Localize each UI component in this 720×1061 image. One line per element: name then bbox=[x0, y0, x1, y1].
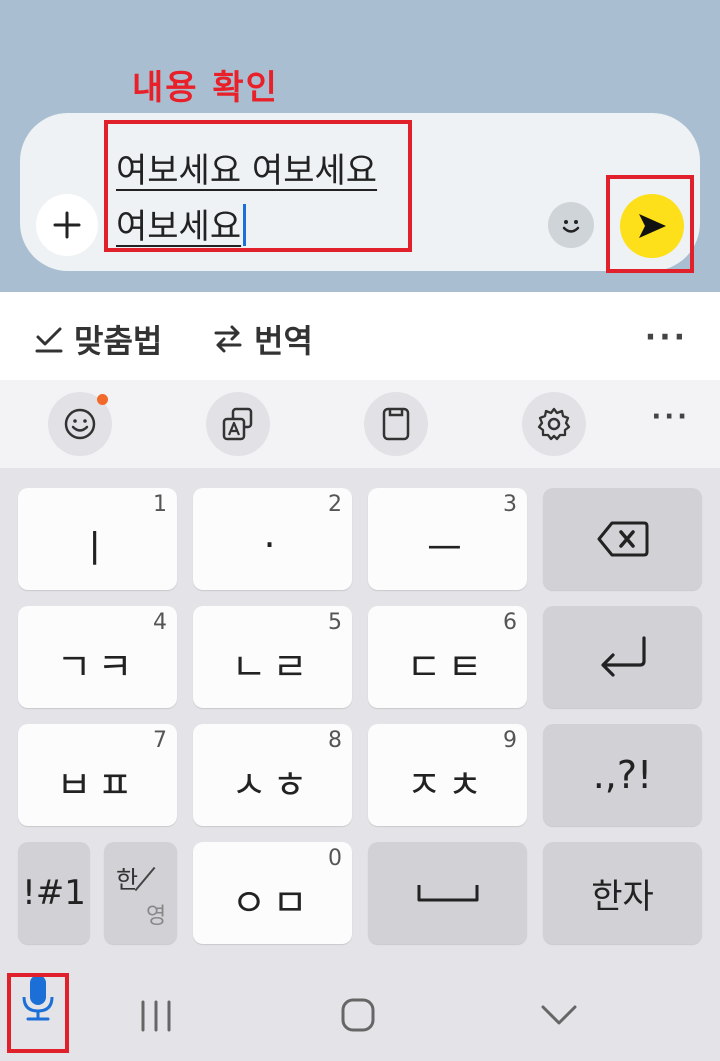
check-icon bbox=[35, 327, 63, 353]
space-key[interactable] bbox=[368, 842, 527, 944]
message-line-2: 여보세요 bbox=[116, 199, 416, 255]
back-icon[interactable] bbox=[540, 1003, 578, 1027]
text-caret bbox=[243, 204, 247, 246]
navigation-bar bbox=[0, 961, 720, 1061]
keyboard: ㅣ 1 · 2 ㅡ 3 ㄱㅋ 4 ㄴㄹ 5 ㄷㅌ 6 ㅂㅍ 7 ㅅㅎ 8 ㅈㅊ … bbox=[0, 468, 720, 961]
message-input[interactable]: 여보세요 여보세요 여보세요 bbox=[116, 143, 416, 255]
emoji-panel-button[interactable] bbox=[48, 392, 112, 456]
key-8[interactable]: ㅅㅎ 8 bbox=[193, 724, 352, 826]
key-number: 7 bbox=[153, 728, 167, 753]
translate-label: 번역 bbox=[254, 322, 313, 360]
key-label: ㅣ bbox=[77, 526, 118, 571]
key-4[interactable]: ㄱㅋ 4 bbox=[18, 606, 177, 708]
key-6[interactable]: ㄷㅌ 6 bbox=[368, 606, 527, 708]
emoji-face-icon bbox=[64, 408, 96, 440]
settings-button[interactable] bbox=[522, 392, 586, 456]
send-button[interactable] bbox=[620, 194, 684, 258]
punctuation-key[interactable]: .,?! bbox=[543, 724, 702, 826]
symbols-key[interactable]: !#1 bbox=[18, 842, 90, 944]
key-label: ㅇㅁ bbox=[231, 880, 314, 925]
clipboard-button[interactable] bbox=[364, 392, 428, 456]
symbols-label: !#1 bbox=[22, 873, 86, 913]
enter-key[interactable] bbox=[543, 606, 702, 708]
notification-dot bbox=[97, 394, 108, 405]
key-number: 0 bbox=[328, 846, 342, 871]
key-label: ㅂㅍ bbox=[56, 762, 139, 807]
key-label: ㄷㅌ bbox=[406, 644, 489, 689]
attach-button[interactable] bbox=[36, 194, 98, 256]
key-0[interactable]: ㅇㅁ 0 bbox=[193, 842, 352, 944]
key-number: 4 bbox=[153, 610, 167, 635]
enter-icon bbox=[600, 636, 646, 677]
clipboard-icon bbox=[382, 407, 410, 441]
recents-icon[interactable] bbox=[138, 999, 174, 1033]
annotation-mic-box bbox=[7, 973, 69, 1053]
key-number: 3 bbox=[503, 492, 517, 517]
key-7[interactable]: ㅂㅍ 7 bbox=[18, 724, 177, 826]
spellcheck-label: 맞춤법 bbox=[74, 322, 163, 360]
send-icon bbox=[639, 214, 666, 238]
emoticon-button[interactable] bbox=[548, 202, 594, 248]
key-label: ㄴㄹ bbox=[231, 644, 314, 689]
space-icon bbox=[417, 885, 478, 902]
backspace-icon bbox=[597, 521, 648, 557]
key-label: ㅡ bbox=[427, 526, 468, 571]
language-switch-key[interactable]: 한 영 bbox=[104, 842, 177, 944]
key-3[interactable]: ㅡ 3 bbox=[368, 488, 527, 590]
punctuation-label: .,?! bbox=[592, 753, 653, 797]
key-9[interactable]: ㅈㅊ 9 bbox=[368, 724, 527, 826]
key-label: ㄱㅋ bbox=[56, 644, 139, 689]
translate-icon bbox=[222, 407, 253, 441]
key-number: 5 bbox=[328, 610, 342, 635]
key-number: 2 bbox=[328, 492, 342, 517]
key-number: 9 bbox=[503, 728, 517, 753]
gear-icon bbox=[537, 407, 571, 441]
home-icon[interactable] bbox=[340, 997, 376, 1033]
plus-icon bbox=[53, 211, 81, 239]
spellcheck-button[interactable]: 맞춤법 bbox=[34, 316, 162, 362]
key-number: 1 bbox=[153, 492, 167, 517]
hanja-key[interactable]: 한자 bbox=[543, 842, 702, 944]
translate-button[interactable]: 번역 bbox=[212, 316, 313, 362]
key-2[interactable]: · 2 bbox=[193, 488, 352, 590]
annotation-title: 내용 확인 bbox=[132, 68, 279, 108]
key-5[interactable]: ㄴㄹ 5 bbox=[193, 606, 352, 708]
emoji-icon bbox=[562, 220, 580, 233]
key-label: · bbox=[263, 523, 282, 567]
toolbar-more-button[interactable]: ··· bbox=[651, 402, 690, 432]
suggestion-bar: 맞춤법 번역 ··· bbox=[0, 292, 720, 380]
key-label: ㅈㅊ bbox=[406, 762, 489, 807]
lang-english-label: 영 bbox=[146, 904, 167, 929]
key-number: 8 bbox=[328, 728, 342, 753]
key-1[interactable]: ㅣ 1 bbox=[18, 488, 177, 590]
keyboard-toolbar: ··· bbox=[0, 380, 720, 468]
suggestion-more-button[interactable]: ··· bbox=[645, 320, 688, 355]
hanja-label: 한자 bbox=[591, 876, 654, 917]
message-line-2-text: 여보세요 bbox=[116, 207, 242, 247]
message-line-1: 여보세요 여보세요 bbox=[116, 151, 378, 191]
swap-icon bbox=[214, 325, 242, 353]
key-label: ㅅㅎ bbox=[231, 762, 314, 807]
translate-tool-button[interactable] bbox=[206, 392, 270, 456]
key-number: 6 bbox=[503, 610, 517, 635]
backspace-key[interactable] bbox=[543, 488, 702, 590]
